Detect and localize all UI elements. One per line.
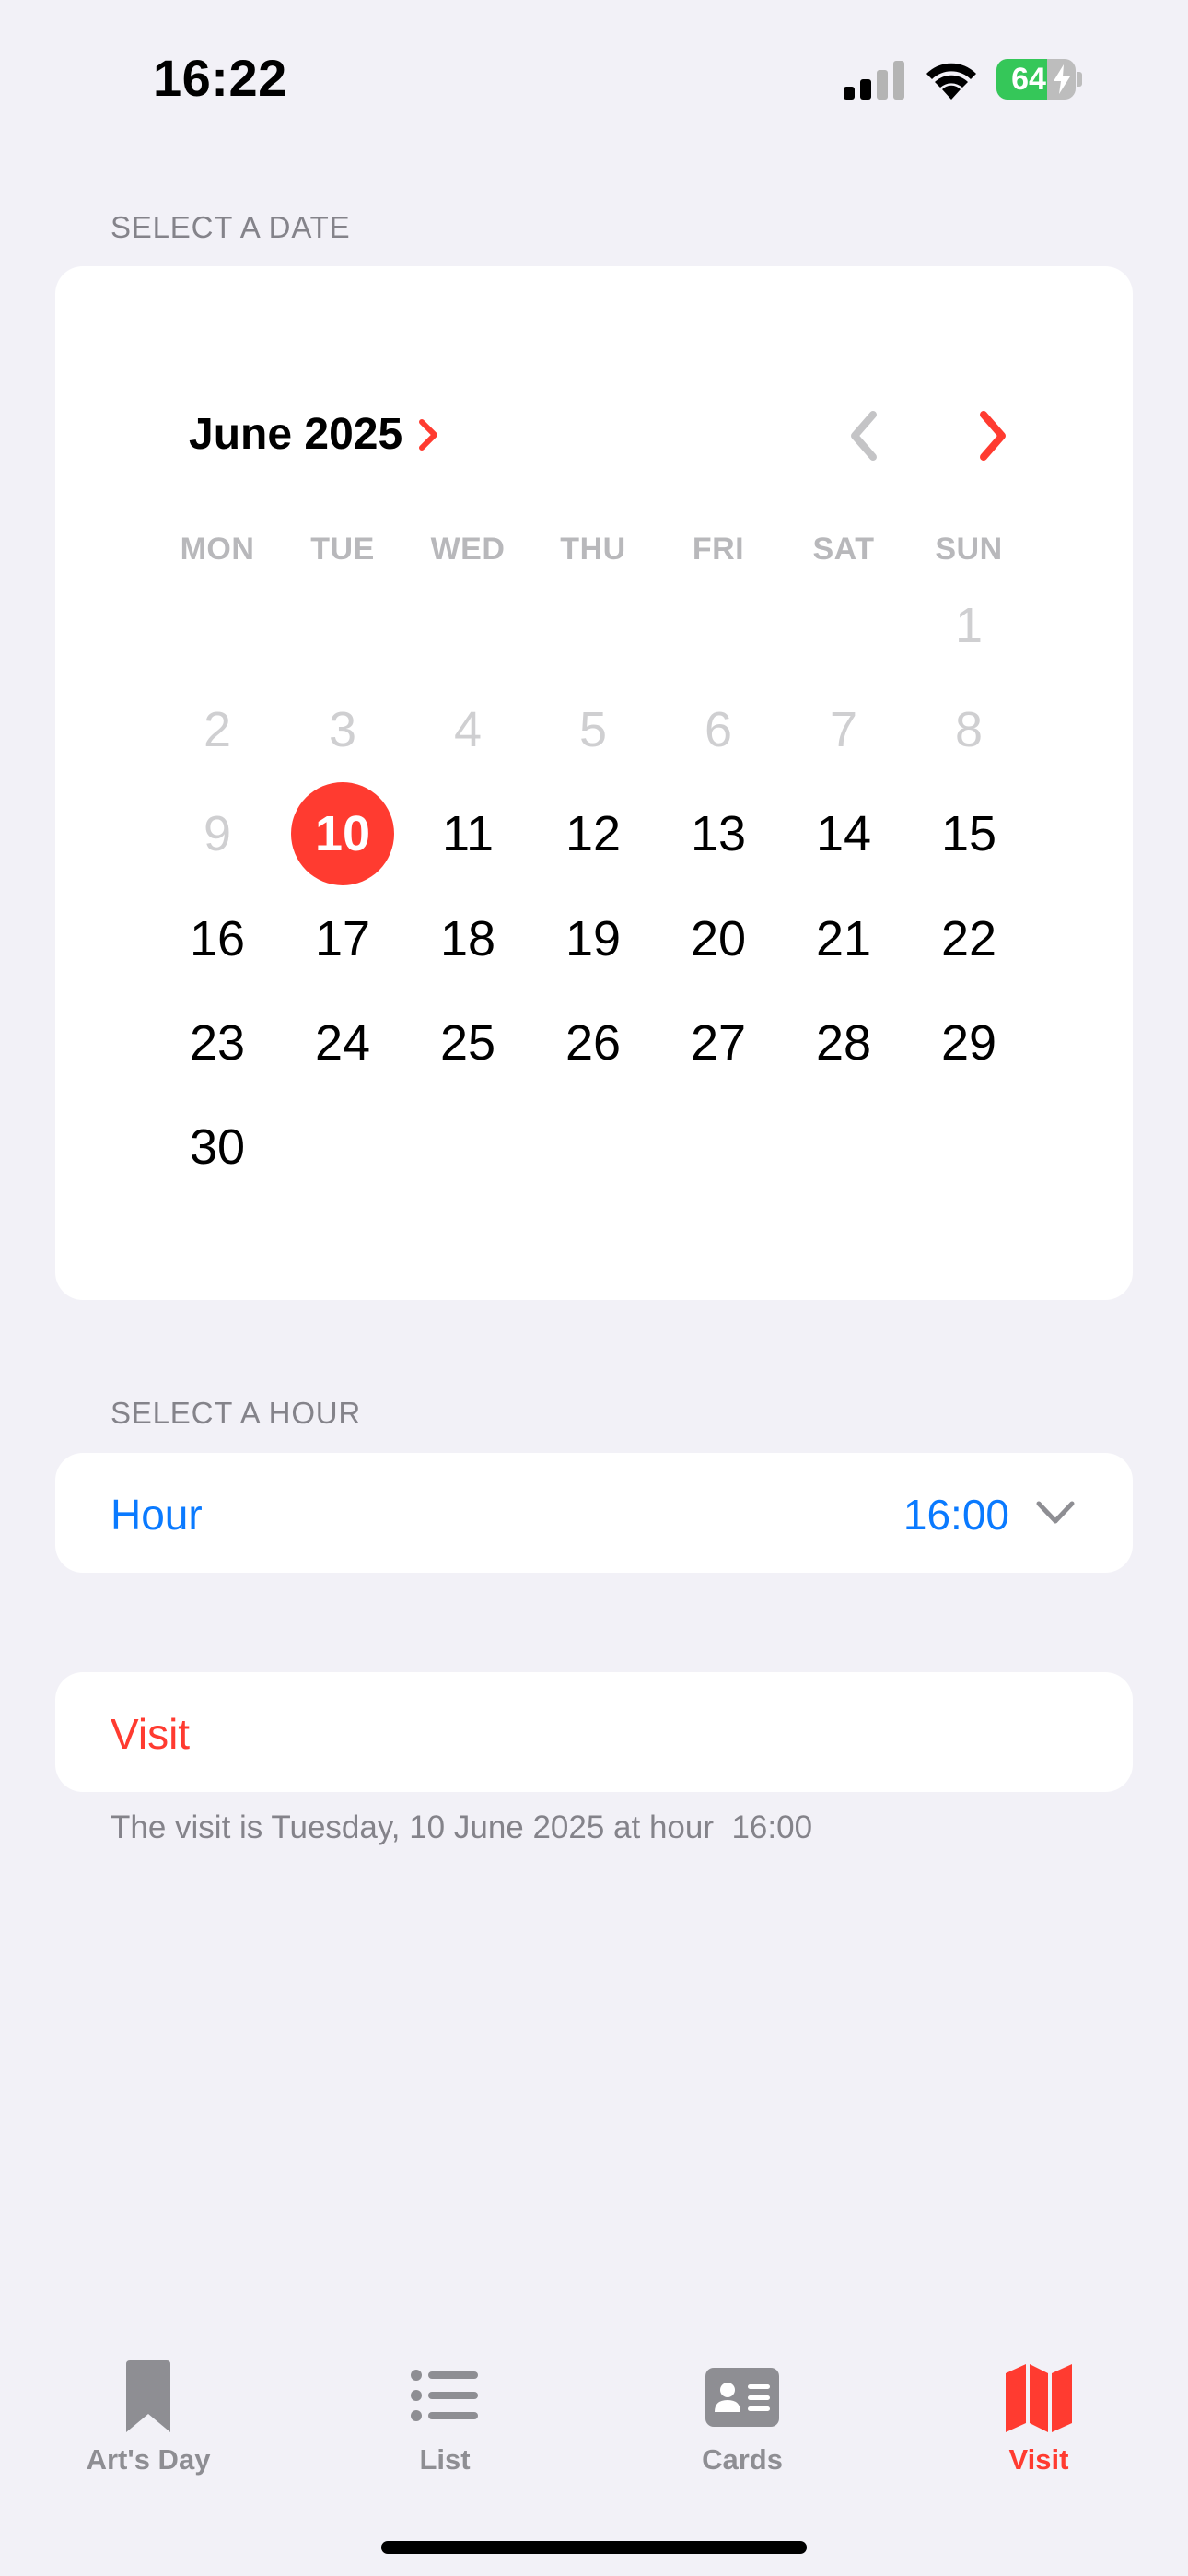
calendar-day[interactable]: 21	[792, 887, 895, 990]
weekday-label: MON	[180, 532, 255, 567]
calendar-day[interactable]: 18	[416, 887, 519, 990]
weekday-header-row: MON TUE WED THU FRI SAT SUN	[55, 532, 1133, 572]
weekday-label: FRI	[692, 532, 745, 567]
calendar-day[interactable]: 24	[291, 991, 394, 1095]
calendar-day: 4	[453, 702, 483, 757]
tab-label: List	[419, 2443, 471, 2476]
cellular-signal-icon	[844, 61, 904, 100]
calendar-day[interactable]: 13	[667, 782, 770, 885]
calendar-day: 8	[954, 702, 984, 757]
calendar-day[interactable]: 11	[416, 782, 519, 885]
calendar-day: 5	[578, 702, 608, 757]
battery-body: 64	[996, 59, 1076, 100]
chevron-right-icon	[419, 418, 438, 451]
calendar-card: June 2025 MON TUE WED THU FRI SAT SUN 12345678…	[55, 266, 1133, 1300]
tab-label: Art's Day	[86, 2443, 211, 2476]
calendar-day[interactable]: 16	[166, 887, 269, 990]
calendar-day[interactable]: 19	[542, 887, 645, 990]
calendar-day[interactable]: 29	[917, 991, 1020, 1095]
bookmark-icon	[126, 2360, 170, 2432]
calendar-day[interactable]: 14	[792, 782, 895, 885]
calendar-day: 6	[704, 702, 733, 757]
tab-visit[interactable]: Visit	[928, 2340, 1149, 2488]
list-icon	[411, 2370, 478, 2421]
calendar-day: 7	[829, 702, 858, 757]
calendar-day[interactable]: 28	[792, 991, 895, 1095]
weekday-label: THU	[560, 532, 626, 567]
tab-cards[interactable]: Cards	[632, 2340, 853, 2488]
calendar-day: 9	[203, 806, 232, 861]
hour-value: 16:00	[903, 1491, 1009, 1539]
calendar-day: 1	[954, 598, 984, 653]
battery-indicator: 64	[996, 59, 1082, 100]
visit-button[interactable]: Visit	[55, 1672, 1133, 1792]
next-month-button[interactable]	[965, 408, 1020, 463]
contact-card-icon	[705, 2368, 779, 2427]
tab-label: Cards	[702, 2443, 783, 2476]
calendar-day[interactable]: 22	[917, 887, 1020, 990]
battery-cap	[1077, 72, 1082, 87]
selected-day[interactable]: 10	[291, 782, 394, 885]
status-bar: 16:22 64	[0, 0, 1188, 157]
calendar-day[interactable]: 26	[542, 991, 645, 1095]
calendar-day[interactable]: 27	[667, 991, 770, 1095]
calendar-day[interactable]: 25	[416, 991, 519, 1095]
tab-arts-day[interactable]: Art's Day	[38, 2340, 259, 2488]
weekday-label: WED	[430, 532, 506, 567]
select-hour-header: SELECT A HOUR	[111, 1396, 362, 1430]
calendar-day[interactable]: 30	[166, 1095, 269, 1199]
status-time: 16:22	[153, 49, 287, 107]
hour-picker-row[interactable]: Hour 16:00	[55, 1453, 1133, 1573]
calendar-day[interactable]: 20	[667, 887, 770, 990]
visit-summary-text: The visit is Tuesday, 10 June 2025 at ho…	[111, 1809, 813, 1845]
select-date-header: SELECT A DATE	[111, 210, 351, 244]
weekday-label: TUE	[310, 532, 375, 567]
chevron-right-icon	[980, 411, 1006, 461]
previous-month-button[interactable]	[836, 408, 891, 463]
weekday-label: SAT	[812, 532, 875, 567]
tab-bar: Art's Day List Cards Visit	[0, 2340, 1188, 2488]
calendar-day[interactable]: 17	[291, 887, 394, 990]
chevron-down-icon	[1036, 1501, 1075, 1524]
tab-list[interactable]: List	[334, 2340, 555, 2488]
home-indicator	[381, 2541, 807, 2554]
calendar-day[interactable]: 12	[542, 782, 645, 885]
charging-bolt-icon	[1054, 64, 1070, 94]
calendar-day[interactable]: 15	[917, 782, 1020, 885]
calendar-day: 2	[203, 702, 232, 757]
visit-label: Visit	[111, 1710, 191, 1758]
weekday-label: SUN	[935, 532, 1003, 567]
tab-label: Visit	[1008, 2443, 1069, 2476]
calendar-day[interactable]: 23	[166, 991, 269, 1095]
battery-level: 64	[1011, 62, 1046, 97]
hour-label: Hour	[111, 1491, 203, 1539]
calendar-day: 3	[328, 702, 357, 757]
map-icon	[1006, 2364, 1072, 2432]
wifi-icon	[926, 63, 976, 100]
month-picker-button[interactable]: June 2025	[189, 409, 439, 460]
chevron-left-icon	[851, 411, 877, 461]
month-label: June 2025	[189, 410, 403, 459]
